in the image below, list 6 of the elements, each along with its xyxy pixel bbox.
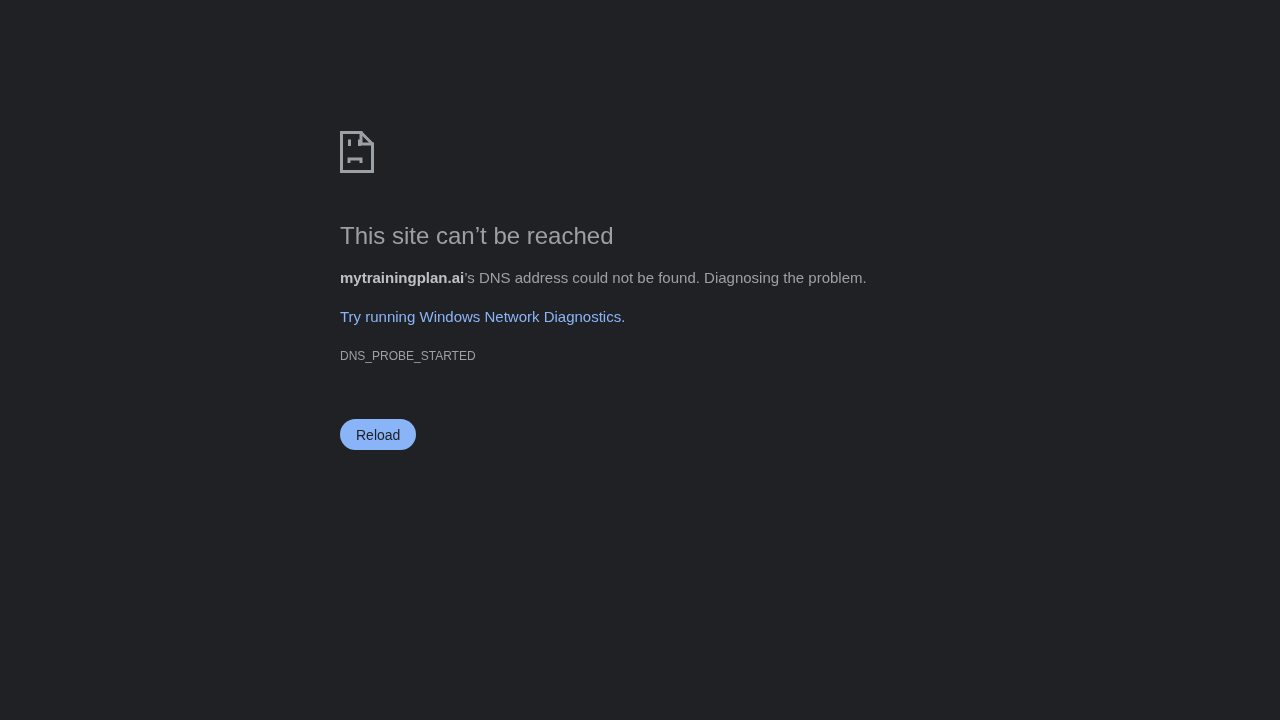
reload-button[interactable]: Reload bbox=[340, 419, 417, 450]
error-message: mytrainingplan.ai’s DNS address could not be found. Diagnosing the problem. bbox=[340, 268, 867, 288]
sad-page-icon bbox=[340, 131, 374, 173]
error-code: DNS_PROBE_STARTED bbox=[340, 348, 476, 364]
page-title: This site can’t be reached bbox=[340, 221, 614, 251]
diagnostics-link[interactable]: Try running Windows Network Diagnostics. bbox=[340, 307, 626, 327]
